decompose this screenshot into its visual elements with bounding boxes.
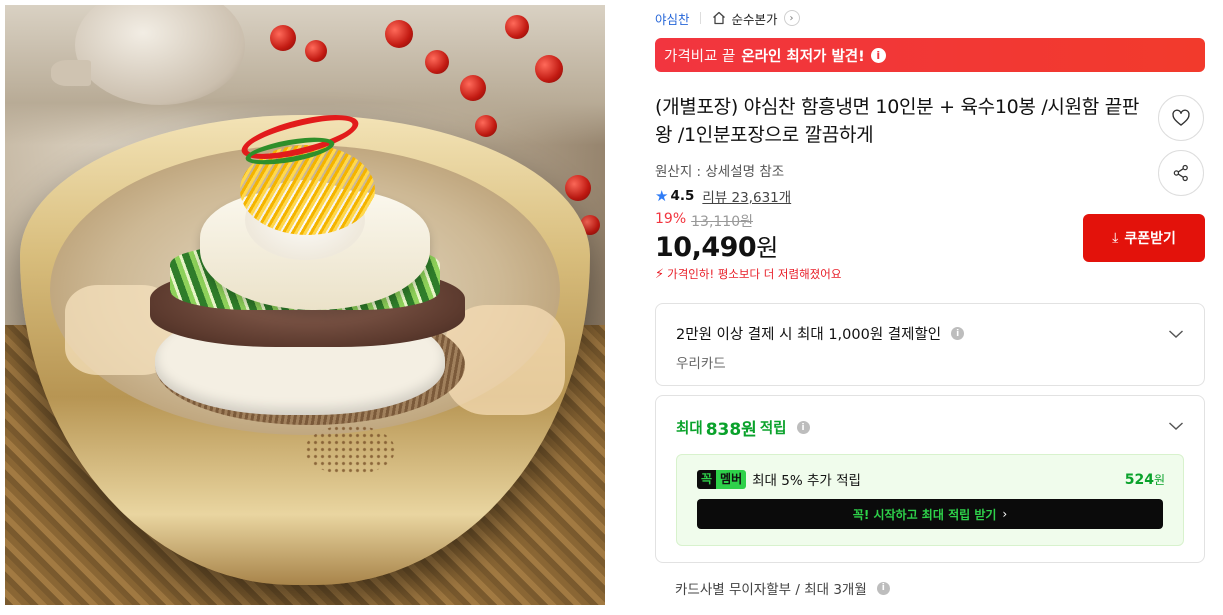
product-title: (개별포장) 야심찬 함흥냉면 10인분 + 육수10봉 /시원함 끝판왕 /1… (655, 96, 1140, 146)
membership-points-unit: 원 (1153, 472, 1165, 487)
banner-highlight: 온라인 최저가 발견! (741, 48, 865, 65)
points-card: 최대 838원 적립 i 꼭 멤버 최대 5% 추가 적립 524원 꼭! 시작하… (655, 395, 1205, 563)
image-berry (425, 50, 449, 74)
image-berry (475, 115, 497, 137)
info-icon[interactable]: i (870, 47, 886, 63)
image-berry (385, 20, 413, 48)
info-icon[interactable]: i (876, 581, 890, 595)
payment-benefit-text: 2만원 이상 결제 시 최대 1,000원 결제할인 (676, 327, 942, 343)
share-button[interactable] (1158, 150, 1204, 196)
installment-text: 카드사별 무이자할부 / 최대 3개월 (675, 582, 867, 598)
price-drop-notice: ⚡ 가격인하! 평소보다 더 저렴해졌어요 (655, 266, 841, 282)
breadcrumb-divider (699, 12, 701, 24)
points-suffix: 적립 (759, 421, 787, 437)
image-berry (305, 40, 327, 62)
image-berry (565, 175, 591, 201)
rating-score: 4.5 (670, 188, 695, 204)
card-issuer: 우리카드 (676, 356, 726, 372)
membership-benefit: 최대 5% 추가 적립 (752, 473, 861, 489)
image-sesame (305, 425, 395, 475)
sale-price-number: 10,490 (655, 232, 757, 263)
image-berry (270, 25, 296, 51)
breadcrumb: 야심찬 순수본가 › (655, 8, 800, 28)
brand-link[interactable]: 야심찬 (655, 9, 690, 28)
review-count-link[interactable]: 리뷰 23,631개 (702, 186, 791, 206)
points-amount: 838원 (705, 420, 757, 440)
installment-info: 카드사별 무이자할부 / 최대 3개월 i (675, 578, 890, 598)
price-drop-text: 가격인하! 평소보다 더 저렴해졌어요 (667, 267, 842, 281)
membership-box: 꼭 멤버 최대 5% 추가 적립 524원 꼭! 시작하고 최대 적립 받기 › (676, 454, 1184, 546)
product-image[interactable] (5, 5, 605, 605)
membership-cta-label: 꼭! 시작하고 최대 적립 받기 (852, 507, 997, 522)
lightning-icon: ⚡ (655, 266, 665, 282)
image-berry (460, 75, 486, 101)
sale-price-unit: 원 (756, 234, 778, 262)
image-berry (535, 55, 563, 83)
origin-info: 원산지 : 상세설명 참조 (655, 164, 785, 180)
store-link[interactable]: 순수본가 (732, 9, 778, 28)
chevron-down-icon[interactable] (1168, 326, 1184, 342)
image-teapot-spout (51, 60, 91, 86)
membership-points: 524원 (1125, 471, 1165, 488)
home-icon (712, 11, 725, 25)
points-summary: 최대 838원 적립 i (676, 415, 810, 440)
info-icon[interactable]: i (951, 327, 965, 340)
wishlist-button[interactable] (1158, 95, 1204, 141)
membership-signup-button[interactable]: 꼭! 시작하고 최대 적립 받기 › (697, 499, 1163, 529)
membership-logo: 꼭 멤버 (697, 469, 747, 489)
lowest-price-banner[interactable]: 가격비교 끝 온라인 최저가 발견! i (655, 38, 1205, 72)
heart-icon (1172, 109, 1190, 126)
membership-logo-m: 멤버 (716, 469, 747, 489)
sale-price: 10,490원 (655, 228, 778, 263)
chevron-right-icon: › (1002, 507, 1008, 521)
rating-row: ★ 4.5 리뷰 23,631개 (655, 186, 791, 206)
download-icon: ⤓ (1112, 230, 1119, 246)
chevron-down-icon[interactable] (1168, 418, 1184, 434)
product-info-panel: 야심찬 순수본가 › 가격비교 끝 온라인 최저가 발견! i (개별포장) 야… (655, 0, 1205, 615)
share-icon (1173, 164, 1188, 182)
payment-benefit-card[interactable]: 2만원 이상 결제 시 최대 1,000원 결제할인 i 우리카드 (655, 303, 1205, 386)
banner-prefix: 가격비교 끝 (664, 48, 736, 65)
info-icon[interactable]: i (796, 421, 810, 434)
membership-row: 꼭 멤버 최대 5% 추가 적립 524원 (697, 469, 1165, 489)
membership-points-number: 524 (1124, 471, 1154, 488)
membership-logo-k: 꼭 (697, 469, 717, 489)
star-icon: ★ (655, 187, 669, 205)
points-prefix: 최대 (676, 421, 703, 437)
payment-benefit-title: 2만원 이상 결제 시 최대 1,000원 결제할인 i (676, 323, 965, 344)
coupon-button-label: 쿠폰받기 (1124, 231, 1176, 247)
image-berry (505, 15, 529, 39)
chevron-right-icon[interactable]: › (783, 10, 800, 26)
coupon-download-button[interactable]: ⤓ 쿠폰받기 (1083, 214, 1205, 262)
